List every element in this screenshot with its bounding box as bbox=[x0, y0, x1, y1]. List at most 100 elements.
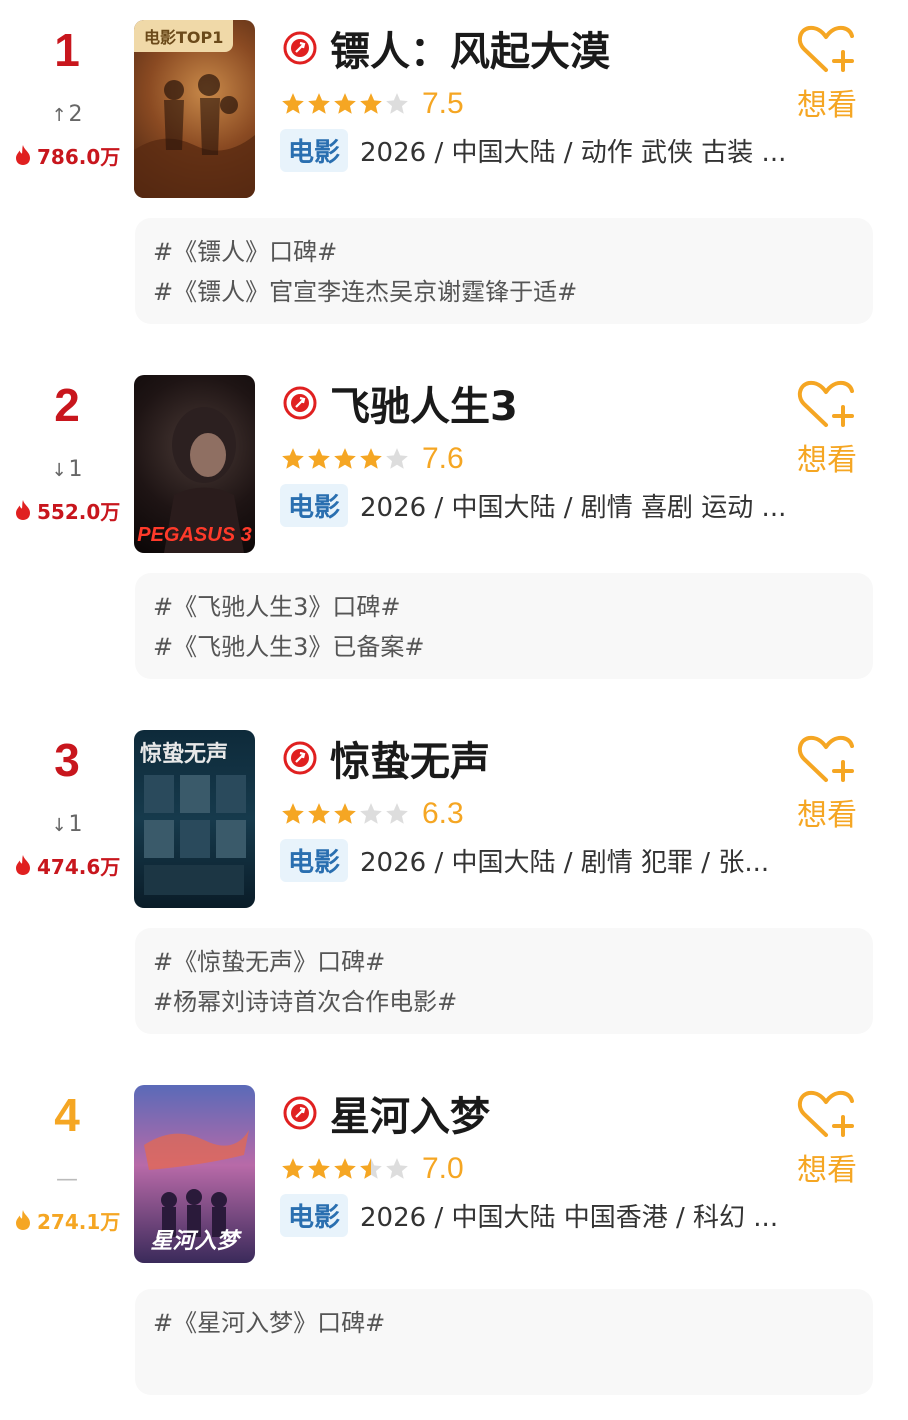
topic-link[interactable]: #《飞驰人生3》口碑# bbox=[153, 587, 401, 622]
heat-text: 474.6万 bbox=[37, 854, 121, 879]
star-rating bbox=[280, 91, 410, 117]
movie-info: 2026 / 中国大陆 / 剧情 喜剧 运动 ... bbox=[360, 492, 787, 523]
want-to-watch-button[interactable]: 想看 bbox=[790, 377, 864, 478]
star-rating bbox=[280, 446, 410, 472]
type-tag: 电影 bbox=[280, 483, 349, 527]
type-tag: 电影 bbox=[280, 838, 349, 882]
heart-plus-icon bbox=[797, 380, 854, 427]
heat-value: 274.1万 bbox=[14, 1205, 120, 1235]
star-icon bbox=[308, 448, 330, 469]
movie-poster[interactable]: PEGASUS 3 bbox=[134, 375, 255, 553]
rank-number: 3 bbox=[54, 734, 80, 786]
rating-row: 7.6 bbox=[280, 441, 464, 477]
rank-change-value: — bbox=[56, 1167, 78, 1192]
rank-column: 3 ↓1 474.6万 bbox=[0, 710, 134, 910]
star-empty-icon bbox=[386, 803, 408, 824]
rank-number: 4 bbox=[54, 1089, 80, 1141]
star-icon bbox=[308, 803, 330, 824]
star-icon bbox=[282, 803, 304, 824]
rank-column: 1 ↑2 786.0万 bbox=[0, 0, 134, 200]
title-row[interactable]: 惊蛰无声 bbox=[282, 729, 490, 787]
hot-movie-icon bbox=[283, 31, 317, 65]
rating-score: 7.5 bbox=[422, 87, 464, 120]
topic-link[interactable]: #《惊蛰无声》口碑# bbox=[153, 942, 385, 977]
topic-link[interactable]: #杨幂刘诗诗首次合作电影# bbox=[153, 982, 457, 1017]
title-row[interactable]: 镖人：风起大漠 bbox=[282, 19, 610, 77]
star-empty-icon bbox=[386, 448, 408, 469]
want-to-watch-button[interactable]: 想看 bbox=[790, 1087, 864, 1188]
movie-title[interactable]: 星河入梦 bbox=[330, 1084, 490, 1142]
topic-link[interactable]: #《星河入梦》口碑# bbox=[153, 1303, 385, 1338]
arrow-up-icon: ↑ bbox=[51, 105, 67, 126]
star-icon bbox=[360, 448, 382, 469]
topic-box: #《惊蛰无声》口碑# #杨幂刘诗诗首次合作电影# bbox=[135, 928, 873, 1034]
topic-box: #《镖人》口碑# #《镖人》官宣李连杰吴京谢霆锋于适# bbox=[135, 218, 873, 324]
heat-text: 274.1万 bbox=[37, 1209, 121, 1234]
rank-change-value: 1 bbox=[68, 457, 83, 482]
rank-change-value: 2 bbox=[68, 102, 83, 127]
topic-link[interactable]: #《镖人》官宣李连杰吴京谢霆锋于适# bbox=[153, 272, 577, 307]
movie-poster[interactable]: 惊蛰无声 bbox=[134, 730, 255, 908]
hot-movie-icon bbox=[283, 1096, 317, 1130]
star-icon bbox=[308, 93, 330, 114]
poster-title-text: 星河入梦 bbox=[150, 1229, 239, 1254]
rating-score: 6.3 bbox=[422, 797, 464, 830]
rating-row: 7.0 bbox=[280, 1151, 464, 1187]
info-row: 电影 2026 / 中国大陆 / 剧情 犯罪 / 张... bbox=[280, 838, 769, 882]
heat-value: 552.0万 bbox=[14, 495, 120, 525]
star-rating bbox=[280, 1156, 410, 1182]
topic-box: #《星河入梦》口碑# bbox=[135, 1289, 873, 1395]
movie-poster[interactable]: 电影TOP1 bbox=[134, 20, 255, 198]
type-tag: 电影 bbox=[280, 1193, 349, 1237]
star-icon bbox=[334, 448, 356, 469]
hot-movie-icon bbox=[283, 741, 317, 775]
star-icon bbox=[282, 1158, 304, 1179]
title-row[interactable]: 星河入梦 bbox=[282, 1084, 490, 1142]
star-icon bbox=[360, 93, 382, 114]
rank-change: ↑2 bbox=[0, 100, 134, 131]
want-to-watch-label: 想看 bbox=[797, 443, 857, 478]
ranking-item[interactable]: 4 — 274.1万 星河入梦 星河入梦 7.0 电影 2026 / 中国大陆 … bbox=[0, 1065, 908, 1420]
flame-icon bbox=[16, 855, 30, 875]
want-to-watch-button[interactable]: 想看 bbox=[790, 732, 864, 833]
heart-plus-icon bbox=[797, 25, 854, 72]
topic-box: #《飞驰人生3》口碑# #《飞驰人生3》已备案# bbox=[135, 573, 873, 679]
star-icon bbox=[334, 1158, 356, 1179]
movie-info: 2026 / 中国大陆 / 剧情 犯罪 / 张... bbox=[360, 847, 770, 878]
rank-change-value: 1 bbox=[68, 812, 83, 837]
want-to-watch-label: 想看 bbox=[797, 798, 857, 833]
star-icon bbox=[282, 93, 304, 114]
star-empty-icon bbox=[386, 1158, 408, 1179]
title-row[interactable]: 飞驰人生3 bbox=[282, 374, 518, 432]
poster-title-text: PEGASUS 3 bbox=[137, 524, 252, 546]
topic-link[interactable]: #《镖人》口碑# bbox=[153, 232, 337, 267]
rating-score: 7.0 bbox=[422, 1152, 464, 1185]
rank-column: 4 — 274.1万 bbox=[0, 1065, 134, 1265]
movie-info: 2026 / 中国大陆 / 动作 武侠 古装 ... bbox=[360, 137, 787, 168]
star-rating bbox=[280, 801, 410, 827]
star-icon bbox=[282, 448, 304, 469]
star-icon bbox=[334, 803, 356, 824]
info-row: 电影 2026 / 中国大陆 / 剧情 喜剧 运动 ... bbox=[280, 483, 786, 527]
heat-text: 552.0万 bbox=[37, 499, 121, 524]
heat-value: 474.6万 bbox=[14, 850, 120, 880]
topic-link[interactable]: #《飞驰人生3》已备案# bbox=[153, 627, 425, 662]
rating-row: 7.5 bbox=[280, 86, 464, 122]
movie-title[interactable]: 惊蛰无声 bbox=[330, 729, 490, 787]
movie-title[interactable]: 飞驰人生3 bbox=[330, 374, 518, 432]
star-half-icon bbox=[360, 1158, 382, 1179]
arrow-down-icon: ↓ bbox=[51, 460, 67, 481]
flame-icon bbox=[16, 1210, 30, 1230]
rating-row: 6.3 bbox=[280, 796, 464, 832]
ranking-item[interactable]: 3 ↓1 474.6万 惊蛰无声 惊蛰无声 6.3 电影 2026 / 中国大陆… bbox=[0, 710, 908, 1065]
ranking-item[interactable]: 2 ↓1 552.0万 PEGASUS 3 飞驰人生3 7.6 电影 2026 … bbox=[0, 355, 908, 710]
rank-change: — bbox=[0, 1165, 134, 1195]
want-to-watch-button[interactable]: 想看 bbox=[790, 22, 864, 123]
rank-change: ↓1 bbox=[0, 810, 134, 841]
movie-title[interactable]: 镖人：风起大漠 bbox=[330, 19, 610, 77]
rank-column: 2 ↓1 552.0万 bbox=[0, 355, 134, 555]
ranking-item[interactable]: 1 ↑2 786.0万 电影TOP1 镖人：风起大漠 7.5 电影 2026 /… bbox=[0, 0, 908, 355]
movie-poster[interactable]: 星河入梦 bbox=[134, 1085, 255, 1263]
rank-change: ↓1 bbox=[0, 455, 134, 486]
rating-score: 7.6 bbox=[422, 442, 464, 475]
